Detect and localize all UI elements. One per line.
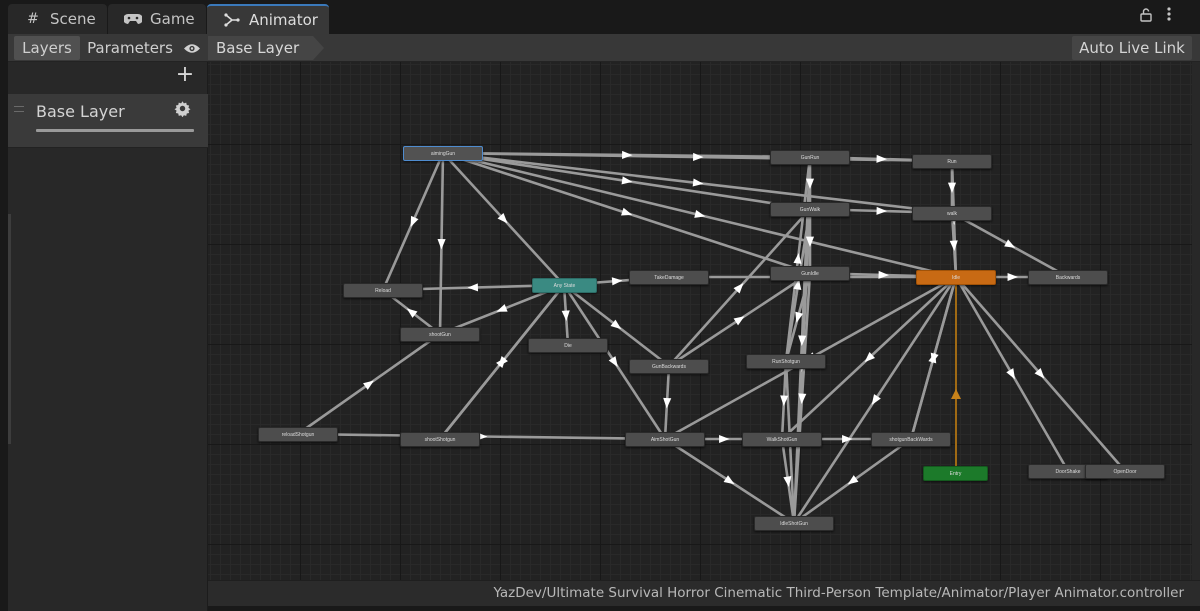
layers-panel-toolbar: Layers Parameters xyxy=(8,34,208,62)
transition-arrow-icon xyxy=(467,283,479,292)
layer-item-base-layer[interactable]: Base Layer xyxy=(8,94,208,148)
tab-animator[interactable]: Animator xyxy=(207,4,329,34)
state-node-gunwalk[interactable]: GunWalk xyxy=(770,202,850,217)
gear-icon[interactable] xyxy=(174,100,191,122)
state-node-idleshotgun[interactable]: IdleShotGun xyxy=(754,516,834,531)
transition-arrow-icon xyxy=(949,240,958,251)
transition-layer xyxy=(297,150,1126,525)
layers-panel: Layers Parameters + Base Layer xyxy=(8,34,208,611)
state-node-run[interactable]: Run xyxy=(912,154,992,169)
editor-tab-bar: # Scene Game Animator xyxy=(0,0,1200,34)
state-node-entry[interactable]: Entry xyxy=(923,466,988,481)
state-node-reloadshotgun[interactable]: reloadShotgun xyxy=(258,427,338,442)
panel-resize-edge[interactable] xyxy=(8,214,11,444)
animator-icon xyxy=(221,13,243,27)
state-node-takedamage[interactable]: TakeDamage xyxy=(629,270,709,285)
state-node-shootgun[interactable]: shootGun xyxy=(400,327,480,342)
transition-arrow-icon xyxy=(437,239,446,250)
transition-arrow-icon xyxy=(723,475,735,485)
default-transition-arrow-icon xyxy=(951,389,961,399)
layers-tab-button[interactable]: Layers xyxy=(14,36,80,60)
plus-icon: + xyxy=(175,62,195,87)
transition-arrow-icon xyxy=(947,182,957,193)
tab-scene-label: Scene xyxy=(50,10,96,28)
transition-arrow-icon xyxy=(622,150,633,160)
gamepad-icon xyxy=(122,13,144,25)
transition-arrow-icon xyxy=(1004,239,1016,248)
controller-path-bar: YazDev/Ultimate Survival Horror Cinemati… xyxy=(208,580,1200,606)
state-node-runshotgun[interactable]: RunShotgun xyxy=(746,354,826,369)
transition-arrow-icon xyxy=(876,206,887,215)
more-options-icon[interactable] xyxy=(1166,6,1172,26)
tab-animator-label: Animator xyxy=(249,11,318,29)
parameters-tab-button[interactable]: Parameters xyxy=(82,36,178,60)
state-node-gunidle[interactable]: GunIdle xyxy=(770,266,850,281)
transition-arrow-icon xyxy=(608,356,618,368)
transition-arrow-icon xyxy=(871,394,881,406)
add-layer-button[interactable]: + xyxy=(174,64,196,86)
grid-icon: # xyxy=(27,11,39,27)
transition-arrow-icon xyxy=(733,316,745,326)
transition-arrow-icon xyxy=(876,154,887,163)
animator-toolbar: Base Layer Auto Live Link xyxy=(208,34,1200,62)
state-node-gunrun[interactable]: GunRun xyxy=(770,150,850,165)
state-node-any-state[interactable]: Any State xyxy=(532,278,597,293)
state-node-reload[interactable]: Reload xyxy=(343,283,423,298)
transition-arrow-icon xyxy=(410,215,419,227)
state-node-opendoor[interactable]: OpenDoor xyxy=(1085,464,1165,479)
state-node-shootshotgun[interactable]: shootShotgun xyxy=(400,432,480,447)
drag-handle-icon[interactable] xyxy=(14,106,24,112)
state-node-die[interactable]: Die xyxy=(528,338,608,353)
transition-arrow-icon xyxy=(663,397,672,409)
state-node-shotgunbackwards[interactable]: shotgunBackWards xyxy=(871,432,951,447)
eye-icon[interactable] xyxy=(178,36,206,60)
state-node-aiminggun[interactable]: aimingGun xyxy=(403,146,483,161)
state-node-walk[interactable]: walk xyxy=(912,206,992,221)
transition-arrow-icon xyxy=(1007,272,1018,282)
lock-icon[interactable] xyxy=(1140,8,1152,26)
breadcrumb-base-layer[interactable]: Base Layer xyxy=(208,36,325,60)
tab-game[interactable]: Game xyxy=(108,4,206,34)
transition-arrow-icon xyxy=(621,176,633,185)
state-node-walkshotgun[interactable]: WalkShotGun xyxy=(742,432,822,447)
tab-game-label: Game xyxy=(150,10,195,28)
controller-asset-path: YazDev/Ultimate Survival Horror Cinemati… xyxy=(493,585,1184,601)
state-node-gunbackwards[interactable]: GunBackwards xyxy=(629,359,709,374)
transition-arrow-icon xyxy=(621,207,633,216)
transition-arrow-icon xyxy=(1006,368,1015,380)
state-machine-graph[interactable]: aimingGun GunRun Run GunWalk walk Reload… xyxy=(208,62,1192,580)
transition-arrow-icon xyxy=(693,152,704,161)
tab-scene[interactable]: # Scene xyxy=(8,4,107,34)
transition-arrow-icon xyxy=(719,434,730,444)
transition-arrow-icon xyxy=(496,304,508,312)
graph-vertical-scrollbar[interactable] xyxy=(1192,62,1200,580)
transition-arrow-icon xyxy=(561,310,570,321)
state-node-idle[interactable]: Idle xyxy=(916,270,996,285)
layer-weight-bar xyxy=(36,129,194,132)
auto-live-link-button[interactable]: Auto Live Link xyxy=(1072,36,1192,60)
state-node-aimshotgun[interactable]: AimShotGun xyxy=(625,432,705,447)
state-node-backwards[interactable]: Backwards xyxy=(1028,270,1108,285)
layer-name: Base Layer xyxy=(36,102,125,121)
